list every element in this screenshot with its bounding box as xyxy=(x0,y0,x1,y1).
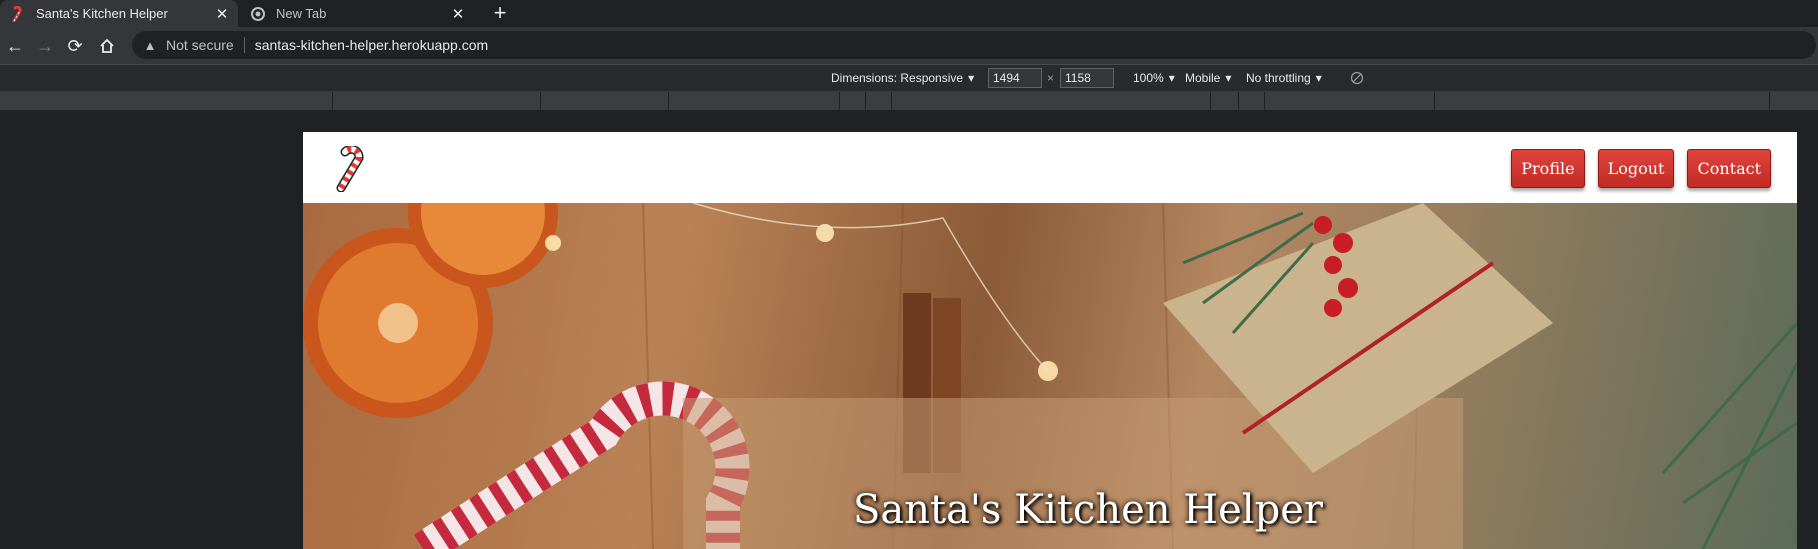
ruler-segment[interactable] xyxy=(1435,92,1770,110)
media-query-ruler[interactable] xyxy=(0,92,1818,110)
width-field-wrap xyxy=(988,65,1042,91)
height-field-wrap xyxy=(1060,65,1114,91)
forward-arrow-icon[interactable]: → xyxy=(34,35,56,57)
candy-cane-icon[interactable] xyxy=(333,144,373,193)
ruler-segment[interactable] xyxy=(866,92,892,110)
warning-triangle-icon[interactable]: ▲ xyxy=(142,37,158,53)
ruler-segment[interactable] xyxy=(0,92,333,110)
back-arrow-icon[interactable]: ← xyxy=(4,35,26,57)
site-navbar: Profile Logout Contact xyxy=(303,132,1797,204)
ruler-segment[interactable] xyxy=(333,92,541,110)
new-tab-plus-icon[interactable]: + xyxy=(488,0,512,25)
tab-santas-kitchen-helper[interactable]: Santa's Kitchen Helper ✕ xyxy=(0,0,238,27)
ruler-segment[interactable] xyxy=(1239,92,1265,110)
ruler-segment[interactable] xyxy=(1211,92,1239,110)
url-text[interactable]: santas-kitchen-helper.herokuapp.com xyxy=(255,37,488,53)
tab-new-tab[interactable]: New Tab ✕ xyxy=(240,0,474,27)
height-input[interactable] xyxy=(1060,68,1114,88)
throttling-label: No throttling xyxy=(1246,71,1311,85)
browser-toolbar: ← → ⟳ ▲ Not secure santas-kitchen-helper… xyxy=(0,27,1818,65)
throttling-dropdown[interactable]: No throttling ▾ xyxy=(1246,65,1322,91)
contact-button[interactable]: Contact xyxy=(1687,149,1771,188)
ruler-segment[interactable] xyxy=(892,92,1211,110)
address-bar[interactable]: ▲ Not secure santas-kitchen-helper.herok… xyxy=(132,31,1816,59)
chrome-icon xyxy=(250,6,266,22)
candy-cane-favicon-icon xyxy=(10,5,26,22)
close-tab-icon[interactable]: ✕ xyxy=(212,4,232,24)
ruler-segment[interactable] xyxy=(1265,92,1435,110)
tab-strip: Santa's Kitchen Helper ✕ New Tab ✕ + xyxy=(0,0,1818,27)
ruler-segment[interactable] xyxy=(541,92,669,110)
caret-down-icon: ▾ xyxy=(968,71,975,85)
zoom-label: 100% xyxy=(1133,71,1164,85)
device-dropdown[interactable]: Mobile ▾ xyxy=(1185,65,1231,91)
logout-button[interactable]: Logout xyxy=(1597,149,1675,188)
nav-buttons: Profile Logout Contact xyxy=(1511,149,1771,188)
device-toolbar: Dimensions: Responsive ▾ × 100% ▾ Mobile… xyxy=(0,65,1818,92)
home-icon[interactable] xyxy=(96,35,118,57)
caret-down-icon: ▾ xyxy=(1168,71,1175,85)
zoom-dropdown[interactable]: 100% ▾ xyxy=(1133,65,1175,91)
profile-button[interactable]: Profile xyxy=(1511,149,1585,188)
tab-title: New Tab xyxy=(276,6,327,21)
ruler-segment[interactable] xyxy=(840,92,866,110)
emulated-page: Profile Logout Contact Santa's Kitchen H… xyxy=(303,132,1797,549)
dimensions-dropdown[interactable]: Dimensions: Responsive ▾ xyxy=(831,65,974,91)
rotate-icon[interactable] xyxy=(1350,65,1364,91)
dimensions-label: Dimensions: Responsive xyxy=(831,71,964,85)
device-label: Mobile xyxy=(1185,71,1221,85)
times-sign: × xyxy=(1047,71,1055,85)
reload-icon[interactable]: ⟳ xyxy=(64,35,86,57)
hero-banner-image: Santa's Kitchen Helper xyxy=(303,203,1797,549)
divider xyxy=(243,37,245,53)
tab-title: Santa's Kitchen Helper xyxy=(36,6,168,21)
caret-down-icon: ▾ xyxy=(1225,71,1232,85)
security-label[interactable]: Not secure xyxy=(166,37,234,53)
ruler-segment[interactable] xyxy=(669,92,840,110)
width-input[interactable] xyxy=(988,68,1042,88)
close-tab-icon[interactable]: ✕ xyxy=(448,4,468,24)
caret-down-icon: ▾ xyxy=(1315,71,1322,85)
hero-title: Santa's Kitchen Helper xyxy=(853,487,1323,533)
